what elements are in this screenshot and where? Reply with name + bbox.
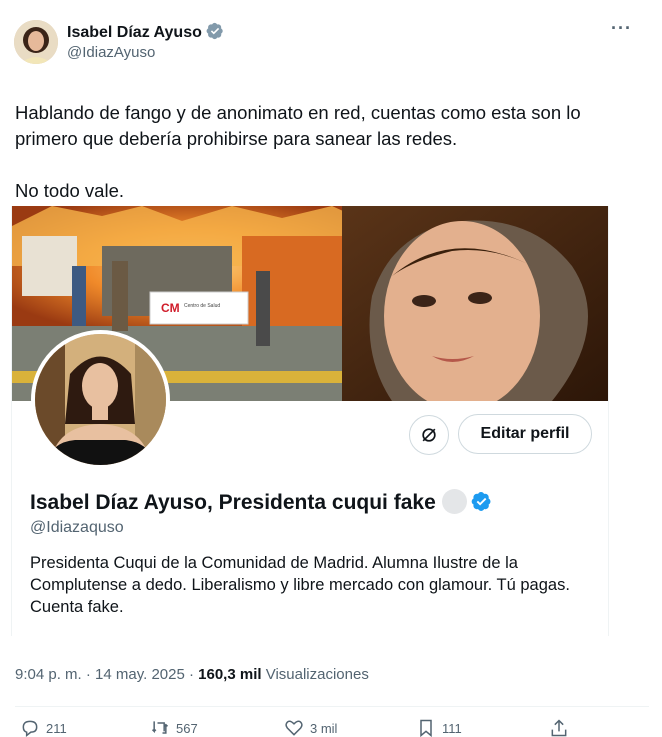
author-name[interactable]: Isabel Díaz Ayuso xyxy=(67,22,224,42)
like-count: 3 mil xyxy=(310,720,338,736)
tweet-header: Isabel Díaz Ayuso @IdiazAyuso ··· xyxy=(14,18,648,66)
more-icon[interactable]: ··· xyxy=(611,18,632,39)
profile-handle: @Idiazaquso xyxy=(30,519,124,536)
embedded-profile-image[interactable]: CM Centro de Salud Editar perfil Isabel … xyxy=(11,206,609,636)
retweet-count: 567 xyxy=(176,720,198,736)
reply-button[interactable]: 211 xyxy=(20,718,67,737)
bookmark-count: 111 xyxy=(442,720,462,736)
profile-avatar xyxy=(31,330,170,469)
author-name-text[interactable]: Isabel Díaz Ayuso xyxy=(67,24,202,41)
tweet-text-paragraph-2: No todo vale. xyxy=(15,180,125,201)
share-icon xyxy=(551,719,567,737)
divider xyxy=(15,706,649,707)
author-avatar[interactable] xyxy=(14,20,58,64)
like-button[interactable]: 3 mil xyxy=(284,718,337,737)
verified-badge-icon xyxy=(206,22,223,40)
tweet-date[interactable]: 9:04 p. m. · 14 may. 2025 · xyxy=(15,666,198,683)
edit-profile-button[interactable]: Editar perfil xyxy=(458,414,592,454)
tweet-timestamp: 9:04 p. m. · 14 may. 2025 · 160,3 mil Vi… xyxy=(15,666,369,683)
profile-display-name-text: Isabel Díaz Ayuso, Presidenta cuqui fake xyxy=(30,491,436,514)
banner-sign-text: Centro de Salud xyxy=(184,303,220,309)
share-button[interactable] xyxy=(549,718,575,737)
profile-bio: Presidenta Cuqui de la Comunidad de Madr… xyxy=(30,554,570,616)
link-icon[interactable] xyxy=(409,415,449,455)
banner-sign-logo: CM xyxy=(161,301,180,315)
emoji-placeholder xyxy=(441,489,467,514)
like-icon xyxy=(285,720,303,736)
author-handle[interactable]: @IdiazAyuso xyxy=(67,44,155,61)
reply-icon xyxy=(22,720,38,737)
profile-meta-cutoff xyxy=(30,630,230,636)
views-label: Visualizaciones xyxy=(265,666,369,683)
tweet-text-paragraph-1: Hablando de fango y de anonimato en red,… xyxy=(15,102,581,149)
bookmark-button[interactable]: 111 xyxy=(416,718,462,737)
reply-count: 211 xyxy=(46,720,67,736)
retweet-button[interactable]: 567 xyxy=(150,718,198,737)
profile-display-name: Isabel Díaz Ayuso, Presidenta cuqui fake xyxy=(30,489,492,515)
action-bar: 211 567 3 mil 111 xyxy=(0,718,662,737)
retweet-icon xyxy=(151,721,169,734)
views-count: 160,3 mil xyxy=(198,666,262,683)
verified-badge-icon xyxy=(471,492,491,511)
bookmark-icon xyxy=(420,719,432,737)
